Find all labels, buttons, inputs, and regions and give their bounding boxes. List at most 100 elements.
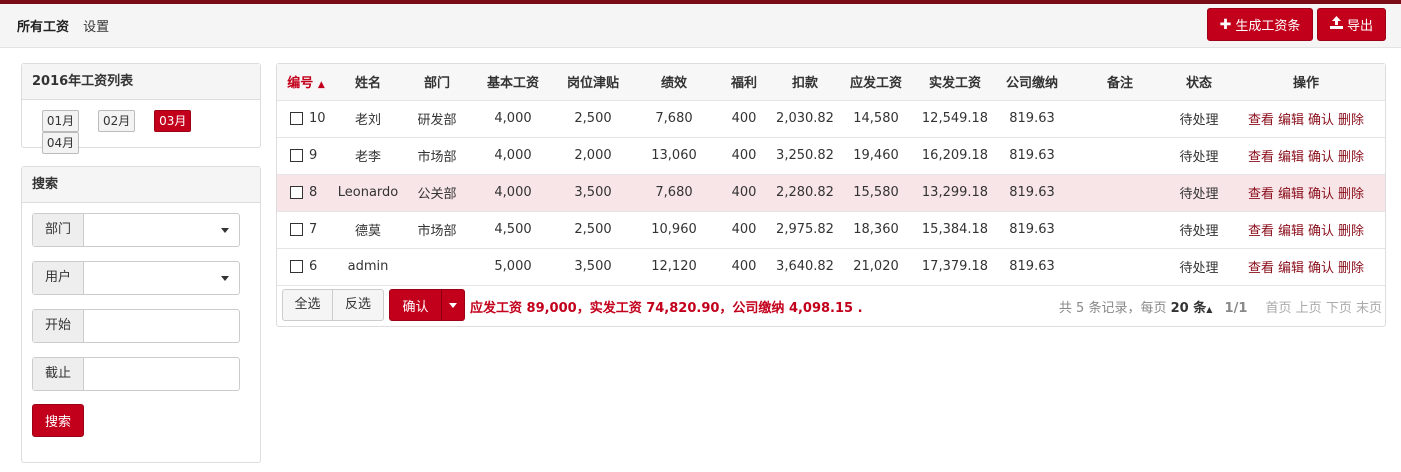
end-date-field[interactable]: 截止 <box>32 357 240 391</box>
base-cell: 4,000 <box>473 100 553 138</box>
invert-selection-button[interactable]: 反选 <box>332 289 384 321</box>
confirm-dropdown-button[interactable] <box>441 289 465 321</box>
col-perf: 绩效 <box>633 64 715 101</box>
month-button-02[interactable]: 02月 <box>98 110 136 132</box>
dept-cell <box>401 248 473 286</box>
first-page-link[interactable]: 首页 <box>1266 301 1292 316</box>
user-select[interactable]: 用户 <box>32 261 240 295</box>
delete-link[interactable]: 删除 <box>1338 261 1364 276</box>
view-link[interactable]: 查看 <box>1248 150 1274 165</box>
table-row[interactable]: 6 admin 5,000 3,500 12,120 400 3,640.82 21,020 1… <box>277 248 1385 286</box>
row-checkbox[interactable] <box>290 223 303 236</box>
actions-cell: 查看 编辑 确认 删除 <box>1227 100 1385 138</box>
view-link[interactable]: 查看 <box>1248 187 1274 202</box>
page-size-select[interactable]: 20 条 <box>1171 301 1207 316</box>
note-cell <box>1069 211 1171 249</box>
page-indicator: 1/1 <box>1224 301 1248 316</box>
col-dept: 部门 <box>401 64 473 101</box>
salary-table-panel: 编号 ▲ 姓名 部门 基本工资 岗位津贴 绩效 福利 扣款 应发工资 实发工资 … <box>276 63 1386 327</box>
month-buttons: 01月 02月 03月 04月 <box>22 100 260 154</box>
col-note: 备注 <box>1069 64 1171 101</box>
base-cell: 5,000 <box>473 248 553 286</box>
delete-link[interactable]: 删除 <box>1338 224 1364 239</box>
allowance-cell: 3,500 <box>553 248 633 286</box>
select-all-button[interactable]: 全选 <box>282 289 333 321</box>
end-input[interactable] <box>84 358 239 390</box>
nav-all-salaries[interactable]: 所有工资 <box>17 20 69 35</box>
row-checkbox[interactable] <box>290 112 303 125</box>
col-base: 基本工资 <box>473 64 553 101</box>
user-value[interactable] <box>84 262 239 294</box>
department-value[interactable] <box>84 214 239 246</box>
delete-link[interactable]: 删除 <box>1338 113 1364 128</box>
view-link[interactable]: 查看 <box>1248 113 1274 128</box>
col-name: 姓名 <box>335 64 401 101</box>
col-actions: 操作 <box>1227 64 1385 101</box>
company-cell: 819.63 <box>995 137 1069 175</box>
row-checkbox[interactable] <box>290 260 303 273</box>
col-allowance: 岗位津贴 <box>553 64 633 101</box>
allowance-cell: 2,500 <box>553 211 633 249</box>
prev-page-link[interactable]: 上页 <box>1296 301 1322 316</box>
confirm-link[interactable]: 确认 <box>1308 187 1334 202</box>
perf-cell: 10,960 <box>633 211 715 249</box>
id-cell: 6 <box>277 248 335 286</box>
col-status: 状态 <box>1171 64 1227 101</box>
row-id: 9 <box>309 148 318 163</box>
confirm-link[interactable]: 确认 <box>1308 261 1334 276</box>
pagination: 共 5 条记录，每页 20 条▲ 1/1 首页 上页 下页 末页 <box>1059 297 1382 316</box>
row-checkbox[interactable] <box>290 149 303 162</box>
actions-cell: 查看 编辑 确认 删除 <box>1227 137 1385 175</box>
month-button-03[interactable]: 03月 <box>154 110 192 132</box>
export-button[interactable]: 导出 <box>1317 8 1386 41</box>
dept-cell: 研发部 <box>401 100 473 138</box>
start-input[interactable] <box>84 310 239 342</box>
edit-link[interactable]: 编辑 <box>1278 113 1304 128</box>
row-id: 10 <box>309 111 326 126</box>
actions-cell: 查看 编辑 确认 删除 <box>1227 211 1385 249</box>
id-cell: 7 <box>277 211 335 249</box>
perf-cell: 13,060 <box>633 137 715 175</box>
table-row[interactable]: 7 德莫 市场部 4,500 2,500 10,960 400 2,975.82 18,360 1… <box>277 211 1385 249</box>
edit-link[interactable]: 编辑 <box>1278 150 1304 165</box>
confirm-button[interactable]: 确认 <box>389 289 442 321</box>
confirm-link[interactable]: 确认 <box>1308 150 1334 165</box>
gross-cell: 14,580 <box>837 100 915 138</box>
status-cell: 待处理 <box>1171 248 1227 286</box>
name-cell: 老李 <box>335 137 401 175</box>
base-cell: 4,000 <box>473 137 553 175</box>
confirm-link[interactable]: 确认 <box>1308 224 1334 239</box>
edit-link[interactable]: 编辑 <box>1278 261 1304 276</box>
confirm-link[interactable]: 确认 <box>1308 113 1334 128</box>
caret-down-icon <box>221 276 229 281</box>
department-select[interactable]: 部门 <box>32 213 240 247</box>
start-label: 开始 <box>33 310 84 342</box>
edit-link[interactable]: 编辑 <box>1278 187 1304 202</box>
month-button-01[interactable]: 01月 <box>42 110 79 132</box>
delete-link[interactable]: 删除 <box>1338 187 1364 202</box>
delete-link[interactable]: 删除 <box>1338 150 1364 165</box>
row-id: 6 <box>309 259 318 274</box>
row-checkbox[interactable] <box>290 186 303 199</box>
edit-link[interactable]: 编辑 <box>1278 224 1304 239</box>
generate-payslip-button[interactable]: ✚ 生成工资条 <box>1207 8 1313 41</box>
table-row[interactable]: 9 老李 市场部 4,000 2,000 13,060 400 3,250.82 19,460 1… <box>277 137 1385 175</box>
table-row[interactable]: 10 老刘 研发部 4,000 2,500 7,680 400 2,030.82 14,580 1… <box>277 100 1385 138</box>
status-cell: 待处理 <box>1171 100 1227 138</box>
allowance-cell: 2,000 <box>553 137 633 175</box>
company-cell: 819.63 <box>995 100 1069 138</box>
allowance-cell: 3,500 <box>553 174 633 212</box>
col-id[interactable]: 编号 ▲ <box>277 64 335 101</box>
name-cell: Leonardo <box>335 174 401 212</box>
table-row[interactable]: 8 Leonardo 公关部 4,000 3,500 7,680 400 2,280.82 15… <box>277 174 1385 212</box>
view-link[interactable]: 查看 <box>1248 261 1274 276</box>
last-page-link[interactable]: 末页 <box>1356 301 1382 316</box>
view-link[interactable]: 查看 <box>1248 224 1274 239</box>
status-cell: 待处理 <box>1171 174 1227 212</box>
start-date-field[interactable]: 开始 <box>32 309 240 343</box>
month-button-04[interactable]: 04月 <box>42 132 79 154</box>
deduct-cell: 3,250.82 <box>773 137 837 175</box>
next-page-link[interactable]: 下页 <box>1326 301 1352 316</box>
nav-settings[interactable]: 设置 <box>83 20 109 35</box>
search-button[interactable]: 搜索 <box>32 404 84 437</box>
